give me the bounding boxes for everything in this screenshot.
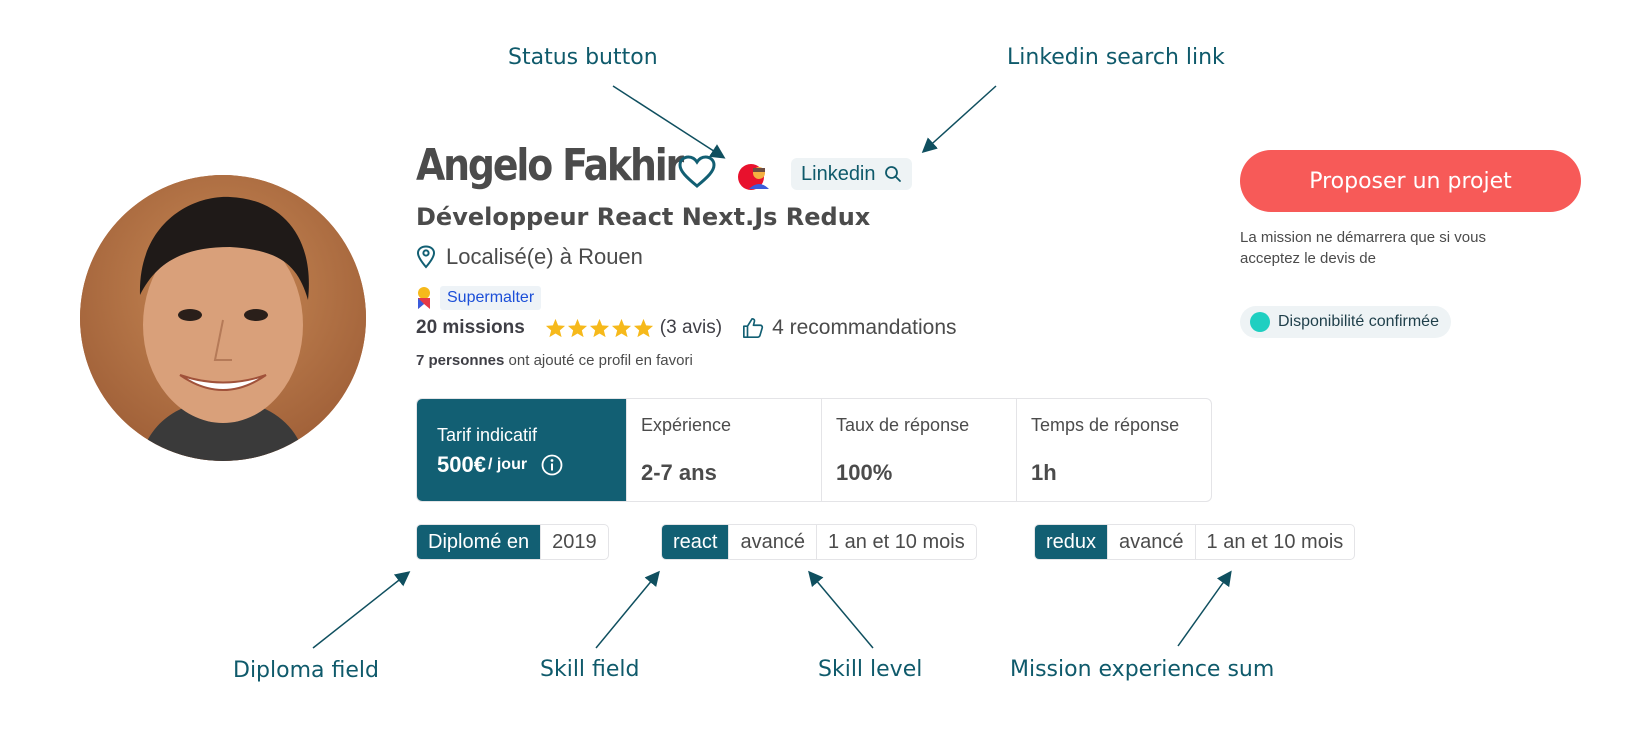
status-emoji-icon xyxy=(738,164,769,190)
response-time-value: 1h xyxy=(1031,460,1057,485)
supermalter-badge-icon xyxy=(418,287,430,309)
location-text: Localisé(e) à Rouen xyxy=(446,244,643,269)
star-icon xyxy=(633,318,653,338)
star-icon xyxy=(589,318,609,338)
rating-stars xyxy=(545,318,654,338)
experience-label: Expérience xyxy=(641,415,732,435)
skill-field: redux xyxy=(1035,525,1108,559)
arrow-mission-experience xyxy=(1177,570,1232,647)
location: Localisé(e) à Rouen xyxy=(416,244,643,270)
availability-dot xyxy=(1250,312,1270,332)
stats-row: 20 missions (3 avis) 4 recommandations xyxy=(416,316,957,340)
annotation-mission-experience: Mission experience sum xyxy=(1010,657,1275,682)
recommendations-label: 4 recommandations xyxy=(772,316,957,339)
diploma-year: 2019 xyxy=(540,525,608,559)
favorites-text: ont ajouté ce profil en favori xyxy=(508,352,693,369)
favorite-heart-icon[interactable] xyxy=(678,155,716,189)
response-rate-label: Taux de réponse xyxy=(836,415,970,435)
reviews-count[interactable]: (3 avis) xyxy=(660,317,722,339)
avatar xyxy=(80,175,366,461)
profile-name: Angelo Fakhir xyxy=(416,140,684,191)
profile-title: Développeur React Next.Js Redux xyxy=(416,203,871,231)
availability-badge: Disponibilité confirmée xyxy=(1240,306,1451,338)
response-rate-value: 100% xyxy=(836,460,893,485)
status-button[interactable] xyxy=(737,159,771,193)
tarif-value: 500€ xyxy=(437,452,486,477)
supermalter-badge: Supermalter xyxy=(440,286,542,310)
mission-experience-sum: 1 an et 10 mois xyxy=(815,525,976,559)
search-icon xyxy=(884,166,901,182)
arrow-skill-field xyxy=(595,570,660,649)
thumbs-up-icon xyxy=(743,318,764,338)
linkedin-label: Linkedin xyxy=(801,162,876,185)
arrow-skill-level xyxy=(808,570,874,649)
mission-note: La mission ne démarrera que si vous acce… xyxy=(1240,229,1486,267)
annotation-skill-field: Skill field xyxy=(540,657,640,682)
annotation-status-button: Status button xyxy=(508,45,658,70)
favorites-line: 7 personnes ont ajouté ce profil en favo… xyxy=(416,352,693,369)
rate-card: Tarif indicatif 500€ / jour Expérience 2… xyxy=(416,398,1212,502)
skill-redux: redux avancé 1 an et 10 mois xyxy=(1034,524,1356,560)
annotation-skill-level: Skill level xyxy=(818,657,923,682)
experience-cell: Expérience 2-7 ans xyxy=(626,399,821,501)
skill-level: avancé xyxy=(1107,525,1195,559)
tarif-label: Tarif indicatif xyxy=(437,425,538,445)
star-icon xyxy=(545,318,565,338)
badge-row: Supermalter xyxy=(416,286,542,310)
tarif-unit: / jour xyxy=(487,456,528,473)
arrow-diploma-field xyxy=(312,571,411,649)
linkedin-search-link[interactable]: Linkedin xyxy=(791,158,912,190)
skill-field: react xyxy=(662,525,729,559)
response-time-cell: Temps de réponse 1h xyxy=(1016,399,1211,501)
skill-level: avancé xyxy=(728,525,816,559)
location-pin-icon xyxy=(416,245,436,269)
star-icon xyxy=(567,318,587,338)
info-icon[interactable] xyxy=(541,454,563,476)
arrow-linkedin-search xyxy=(921,85,997,154)
missions-count: 20 missions xyxy=(416,317,525,338)
star-icon xyxy=(611,318,631,338)
diploma-field: Diplomé en 2019 xyxy=(416,524,609,560)
skill-react: react avancé 1 an et 10 mois xyxy=(661,524,977,560)
tarif-cell: Tarif indicatif 500€ / jour xyxy=(417,399,626,501)
mission-experience-sum: 1 an et 10 mois xyxy=(1194,525,1355,559)
response-rate-cell: Taux de réponse 100% xyxy=(821,399,1016,501)
favorites-count: 7 personnes xyxy=(416,352,505,369)
diploma-label: Diplomé en xyxy=(417,525,541,559)
annotation-diploma-field: Diploma field xyxy=(233,658,379,683)
annotation-linkedin-search: Linkedin search link xyxy=(1007,45,1225,70)
availability-label: Disponibilité confirmée xyxy=(1278,313,1439,330)
propose-project-button[interactable]: Proposer un projet xyxy=(1240,150,1581,212)
recommendations[interactable]: 4 recommandations xyxy=(742,316,957,340)
experience-value: 2-7 ans xyxy=(641,460,717,485)
response-time-label: Temps de réponse xyxy=(1031,415,1180,435)
